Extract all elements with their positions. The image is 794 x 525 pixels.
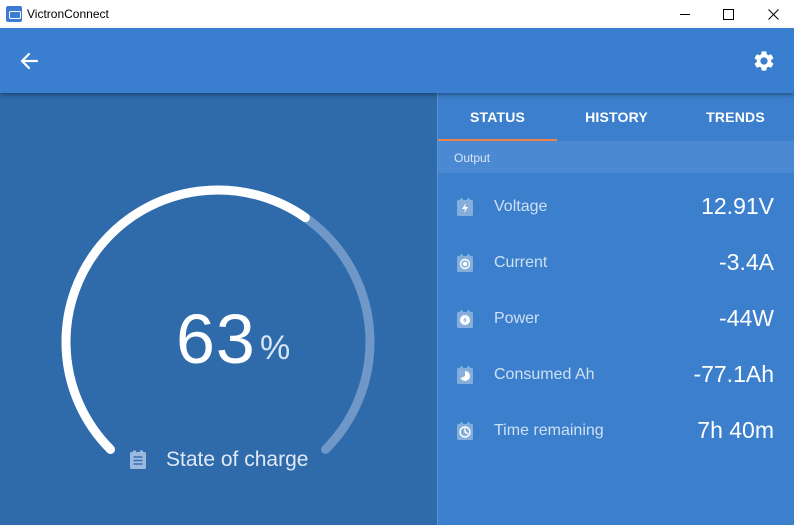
battery-list-icon [130,450,146,469]
close-button[interactable] [750,0,794,28]
row-label: Voltage [494,198,548,215]
soc-label-row: State of charge [127,448,308,472]
row-current: Current -3.4A [438,235,794,291]
settings-button[interactable] [750,47,778,75]
row-label: Power [494,310,540,327]
minimize-button[interactable] [662,0,708,28]
row-value: 12.91V [701,193,774,219]
victron-app-icon [6,6,22,22]
battery-consumed-icon [457,366,473,384]
row-consumed-ah: Consumed Ah -77.1Ah [438,347,794,403]
soc-value: 63 [176,300,256,378]
section-header-output: Output [438,141,794,173]
battery-clock-icon [457,422,473,440]
tab-bar: STATUS HISTORY TRENDS [438,93,794,141]
row-label: Current [494,254,548,271]
row-voltage: Voltage 12.91V [438,179,794,235]
arrow-left-icon [20,52,39,70]
close-icon [767,8,779,20]
tab-trends[interactable]: TRENDS [676,93,794,141]
section-title: Output [454,151,491,165]
state-of-charge-panel: 63 % State of charge [0,93,437,525]
back-button[interactable] [16,48,42,74]
soc-label: State of charge [166,448,309,471]
row-power: Power -44W [438,291,794,347]
battery-current-icon [457,254,473,272]
window-title: VictronConnect [27,7,109,21]
row-value: -77.1Ah [693,361,774,387]
soc-unit: % [260,329,291,367]
row-time-remaining: Time remaining 7h 40m [438,403,794,459]
tab-history[interactable]: HISTORY [557,93,676,141]
row-label: Time remaining [494,422,604,439]
row-label: Consumed Ah [494,366,595,383]
maximize-button[interactable] [705,0,751,28]
app-header [0,28,794,93]
window-titlebar: VictronConnect [0,0,794,28]
row-value: -3.4A [719,249,774,275]
tab-status[interactable]: STATUS [438,93,557,141]
battery-bolt-icon [457,198,473,216]
row-value: -44W [719,305,774,331]
row-value: 7h 40m [697,417,774,443]
status-panel: STATUS HISTORY TRENDS Output Voltage 12.… [437,93,794,525]
gear-icon [754,51,774,71]
battery-power-icon [457,310,473,328]
